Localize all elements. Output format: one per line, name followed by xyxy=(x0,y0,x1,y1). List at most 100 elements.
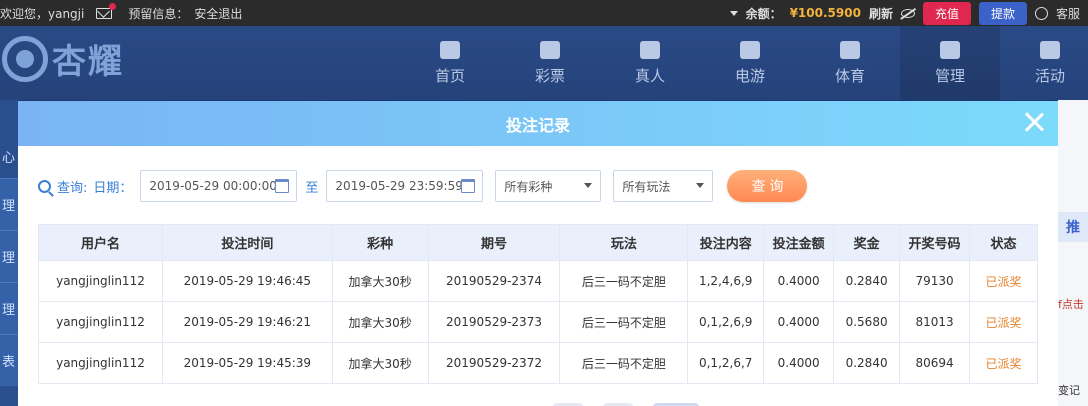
recharge-button[interactable]: 充值 xyxy=(922,1,971,25)
nav-label: 真人 xyxy=(634,66,665,85)
nav-label: 体育 xyxy=(834,66,865,85)
left-sidebar: 心 理 理 理 表 xyxy=(0,100,18,406)
cell-status: 已派奖 xyxy=(969,260,1038,302)
column-header: 开奖号码 xyxy=(899,224,971,261)
cell-username: yangjinglin112 xyxy=(38,260,163,302)
start-date-input[interactable]: 2019-05-29 00:00:00 xyxy=(140,170,298,202)
trophy-icon xyxy=(840,40,860,59)
column-header: 奖金 xyxy=(833,224,901,261)
logout-link[interactable]: 安全退出 xyxy=(194,5,242,22)
modal-header: 投注记录 xyxy=(18,101,1058,146)
cell-issue: 20190529-2373 xyxy=(427,301,561,343)
withdraw-button[interactable]: 提款 xyxy=(978,1,1027,25)
table-header-row: 用户名 投注时间 彩种 期号 玩法 投注内容 投注金额 奖金 开奖号码 状态 xyxy=(38,224,1038,261)
notice-label: 预留信息： xyxy=(128,6,189,21)
refresh-link[interactable]: 刷新 xyxy=(869,5,893,22)
logo-mark-icon xyxy=(2,35,48,82)
column-header: 彩种 xyxy=(331,224,429,261)
top-bar-right: 余额： ¥100.5900 刷新 充值 提款 客服 xyxy=(729,1,1088,25)
start-date-value: 2019-05-29 00:00:00 xyxy=(149,179,277,193)
nav-item-sports[interactable]: 体育 xyxy=(800,26,900,100)
live-dealer-icon xyxy=(640,40,660,59)
nav-item-promotions[interactable]: 活动 xyxy=(1000,26,1088,100)
cell-bet-time: 2019-05-29 19:46:21 xyxy=(161,301,333,343)
chevron-down-icon xyxy=(584,183,593,188)
play-type-select[interactable]: 所有玩法 xyxy=(613,170,714,202)
cell-bet-content: 0,1,2,6,7 xyxy=(687,342,765,384)
right-panel-link[interactable]: f点击 xyxy=(1058,296,1088,312)
table-row: yangjinglin112 2019-05-29 19:46:45 加拿大30… xyxy=(38,260,1038,302)
close-icon[interactable] xyxy=(1024,112,1044,132)
cell-lottery: 加拿大30秒 xyxy=(331,260,429,302)
nav-item-lottery[interactable]: 彩票 xyxy=(500,26,600,100)
nav-item-live[interactable]: 真人 xyxy=(600,26,700,100)
end-date-value: 2019-05-29 23:59:59 xyxy=(335,179,463,193)
lottery-type-select[interactable]: 所有彩种 xyxy=(495,170,602,202)
cell-bet-time: 2019-05-29 19:45:39 xyxy=(161,342,333,384)
right-panel-tab[interactable]: 推 xyxy=(1058,212,1088,242)
cell-draw-number: 79130 xyxy=(899,260,971,302)
sidebar-item[interactable]: 表 xyxy=(0,334,18,386)
cell-lottery: 加拿大30秒 xyxy=(331,342,429,384)
nav-label: 活动 xyxy=(1034,66,1065,85)
nav-label: 首页 xyxy=(434,66,465,85)
cell-lottery: 加拿大30秒 xyxy=(331,301,429,343)
nav-label: 电游 xyxy=(734,66,765,85)
right-panel: 推 f点击 变记 xyxy=(1058,100,1088,406)
right-panel-text: 变记 xyxy=(1058,384,1080,397)
cell-username: yangjinglin112 xyxy=(38,301,163,343)
site-logo[interactable]: 杏耀 xyxy=(2,34,124,83)
cell-prize: 0.5680 xyxy=(833,301,901,343)
cell-play-type: 后三一码不定胆 xyxy=(559,260,689,302)
logo-text: 杏耀 xyxy=(52,42,124,82)
cell-prize: 0.2840 xyxy=(833,342,901,384)
query-button[interactable]: 查 询 xyxy=(727,170,808,202)
bet-records-table: 用户名 投注时间 彩种 期号 玩法 投注内容 投注金额 奖金 开奖号码 状态 y… xyxy=(38,224,1038,384)
cell-bet-amount: 0.4000 xyxy=(763,342,835,384)
nav-item-manage[interactable]: 管理 xyxy=(900,26,1000,100)
column-header: 投注内容 xyxy=(687,224,765,261)
cell-bet-time: 2019-05-29 19:46:45 xyxy=(161,260,333,302)
play-type-value: 所有玩法 xyxy=(622,179,671,194)
hide-balance-icon[interactable] xyxy=(900,8,915,18)
nav-label: 彩票 xyxy=(534,66,565,85)
customer-service-link[interactable]: 客服 xyxy=(1056,5,1080,22)
date-label: 日期： xyxy=(93,180,133,196)
customer-service-icon[interactable] xyxy=(1034,6,1048,20)
cell-bet-amount: 0.4000 xyxy=(763,260,835,302)
welcome-text: 欢迎您，yangji xyxy=(0,6,85,21)
column-header: 期号 xyxy=(427,224,561,261)
nav-label: 管理 xyxy=(934,66,965,85)
lottery-icon xyxy=(540,40,560,59)
calendar-icon[interactable] xyxy=(461,179,476,193)
table-row: yangjinglin112 2019-05-29 19:45:39 加拿大30… xyxy=(38,342,1038,384)
cell-prize: 0.2840 xyxy=(833,260,901,302)
calendar-icon[interactable] xyxy=(275,179,290,193)
chevron-down-icon xyxy=(696,183,705,188)
balance-label: 余额： xyxy=(745,6,782,21)
chevron-down-icon[interactable] xyxy=(729,10,738,16)
sidebar-item[interactable]: 心 xyxy=(0,130,18,182)
column-header: 状态 xyxy=(969,224,1038,261)
cell-play-type: 后三一码不定胆 xyxy=(559,301,689,343)
main-nav: 首页 彩票 真人 电游 体育 管理 活动 xyxy=(400,26,1088,100)
sidebar-item[interactable]: 理 xyxy=(0,230,18,282)
nav-item-home[interactable]: 首页 xyxy=(400,26,500,100)
table-row: yangjinglin112 2019-05-29 19:46:21 加拿大30… xyxy=(38,301,1038,343)
slot-machine-icon xyxy=(740,40,760,59)
mail-icon[interactable] xyxy=(96,2,117,19)
column-header: 投注时间 xyxy=(161,224,333,261)
cell-draw-number: 80694 xyxy=(899,342,971,384)
nav-item-egames[interactable]: 电游 xyxy=(700,26,800,100)
top-bar-left: 欢迎您，yangji 预留信息： 安全退出 xyxy=(0,2,242,22)
column-header: 用户名 xyxy=(38,224,163,261)
gift-icon xyxy=(1040,40,1060,59)
query-label: 查询: xyxy=(57,180,88,196)
cell-bet-amount: 0.4000 xyxy=(763,301,835,343)
home-icon xyxy=(440,40,460,59)
cell-issue: 20190529-2374 xyxy=(427,260,561,302)
sidebar-item[interactable]: 理 xyxy=(0,178,18,230)
balance-value: ¥100.5900 xyxy=(789,6,861,20)
end-date-input[interactable]: 2019-05-29 23:59:59 xyxy=(326,170,484,202)
sidebar-item[interactable]: 理 xyxy=(0,282,18,334)
